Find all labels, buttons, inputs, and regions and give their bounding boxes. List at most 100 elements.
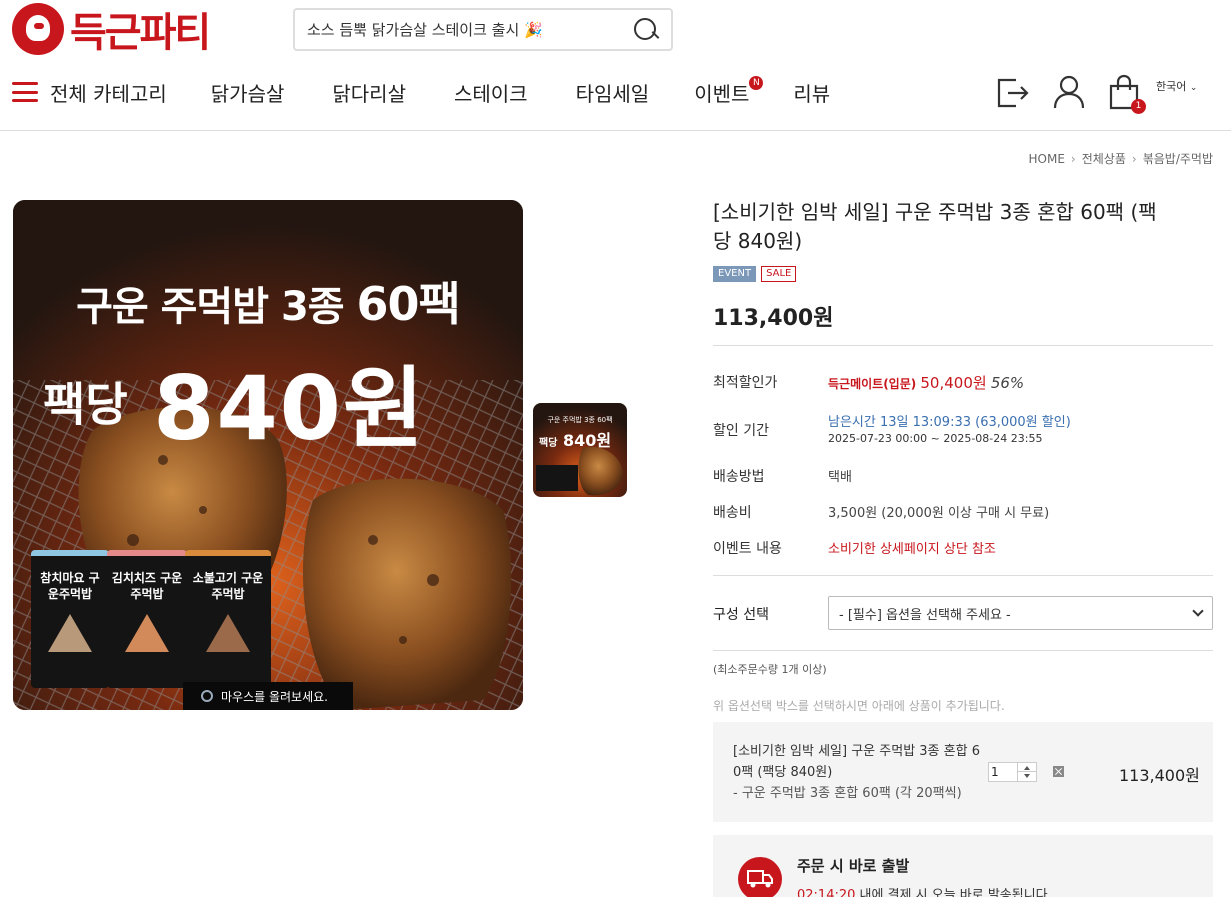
truck-icon [738, 857, 782, 897]
product-thumbnail[interactable]: 구운 주먹밥 3종 60팩 팩당 840원 [533, 403, 627, 497]
nav-item-all-categories[interactable]: 전체 카테고리 [50, 78, 167, 107]
thumbnail-price-label: 팩당 [539, 438, 558, 449]
remove-item-icon[interactable] [1053, 766, 1064, 777]
thumbnail-price-value: 840원 [562, 431, 612, 450]
shipping-notice-message: 내에 결제 시 오늘 바로 발송됩니다 [859, 888, 1048, 897]
language-selector[interactable]: 한국어 ⌄ [1156, 78, 1197, 94]
zoom-hint: 마우스를 올려보세요. [183, 682, 353, 710]
logo-emblem-icon [12, 3, 64, 55]
event-tag: EVENT [713, 266, 757, 282]
selected-item-option: - 구운 주먹밥 3종 혼합 60팩 (각 20팩씩) [733, 786, 962, 801]
image-per-pack: 팩당 840원 [43, 338, 426, 465]
package-bulgogi: 소불고기 구운주먹밥 [185, 550, 271, 688]
best-price-amount: 50,400원 [920, 374, 987, 392]
shipping-notice-text: 02:14:20 내에 결제 시 오늘 바로 발송됩니다 [797, 884, 1048, 897]
thumbnail-price: 팩당 840원 [539, 427, 611, 451]
divider [713, 345, 1213, 346]
product-main-image[interactable]: 구운 주먹밥 3종 60팩 팩당 840원 참치마요 구운주먹밥 김치치즈 구운… [13, 200, 523, 710]
new-badge: N [749, 75, 764, 90]
image-per-pack-label: 팩당 [43, 377, 128, 432]
search-box[interactable]: 소스 듬뿍 닭가슴살 스테이크 출시 🎉 [293, 8, 673, 51]
package-kimchi-cheese: 김치치즈 구운주먹밥 [107, 550, 187, 688]
event-info-value: 소비기한 상세페이지 상단 참조 [828, 542, 996, 557]
user-icon[interactable] [1053, 75, 1085, 109]
thumbnail-headline: 구운 주먹밥 3종 60팩 [547, 416, 613, 424]
discount-period-label: 할인 기간 [713, 423, 769, 439]
quantity-buttons [1017, 763, 1036, 781]
nav-item-event[interactable]: 이벤트 N [694, 75, 764, 107]
event-info-label: 이벤트 내용 [713, 541, 782, 557]
logo-text: 득근파티 [70, 10, 211, 56]
search-input[interactable]: 소스 듬뿍 닭가슴살 스테이크 출시 🎉 [307, 19, 633, 40]
selected-item-name-line1: [소비기한 임박 세일] 구운 주먹밥 3종 혼합 6 [733, 744, 980, 759]
divider [713, 650, 1213, 651]
chevron-down-icon [1192, 605, 1204, 617]
image-per-pack-price: 840원 [153, 357, 426, 460]
header-divider [0, 130, 1231, 131]
best-price-value: 득근메이트(입문) 50,400원 56% [828, 372, 1024, 393]
package-bulgogi-label: 소불고기 구운주먹밥 [192, 571, 264, 601]
breadcrumb-separator-icon: › [1070, 151, 1076, 166]
delivery-fee-value: 3,500원 (20,000원 이상 구매 시 무료) [828, 506, 1050, 521]
breadcrumb-separator-icon: › [1131, 151, 1137, 166]
option-select-value: - [필수] 옵션을 선택해 주세요 - [839, 607, 1011, 623]
package-onigiri-icon [125, 614, 169, 652]
selected-item-name-line2: 0팩 (팩당 840원) [733, 765, 833, 780]
image-headline-text: 구운 주먹밥 3종 [76, 284, 344, 330]
menu-icon[interactable] [12, 82, 38, 102]
search-icon[interactable] [633, 17, 659, 43]
nav-item-chicken-thigh[interactable]: 닭다리살 [332, 78, 406, 107]
best-price-member: 득근메이트(입문) [828, 377, 917, 391]
product-packages: 참치마요 구운주먹밥 김치치즈 구운주먹밥 소불고기 구운주먹밥 [31, 550, 271, 688]
sale-tag: SALE [761, 266, 797, 282]
package-tuna-mayo-label: 참치마요 구운주먹밥 [40, 571, 100, 601]
selected-item-name: [소비기한 임박 세일] 구운 주먹밥 3종 혼합 6 0팩 (팩당 840원)… [733, 741, 983, 804]
nav-item-event-label: 이벤트 [694, 81, 750, 106]
main-nav: 전체 카테고리 닭가슴살 닭다리살 스테이크 타임세일 이벤트 N 리뷰 [12, 74, 830, 110]
magnifier-icon [201, 690, 213, 702]
selected-item-price: 113,400원 [1119, 766, 1200, 785]
breadcrumb: HOME › 전체상품 › 볶음밥/주먹밥 [1029, 150, 1214, 167]
delivery-method-value: 택배 [828, 470, 852, 485]
best-price-percent: 56% [990, 374, 1025, 392]
cart-count-badge: 1 [1131, 99, 1146, 114]
package-onigiri-icon [206, 614, 250, 652]
delivery-fee-label: 배송비 [713, 505, 752, 521]
product-price: 113,400원 [713, 306, 834, 331]
nav-item-steak[interactable]: 스테이크 [454, 78, 528, 107]
quantity-stepper[interactable]: 1 [988, 762, 1037, 782]
language-label: 한국어 [1156, 80, 1187, 93]
product-info: [소비기한 임박 세일] 구운 주먹밥 3종 혼합 60팩 (팩당 840원) … [713, 198, 1213, 332]
divider [713, 575, 1213, 576]
discount-range: 2025-07-23 00:00 ~ 2025-08-24 23:55 [828, 432, 1043, 445]
logout-icon[interactable] [996, 77, 1030, 109]
quantity-up-icon[interactable] [1018, 763, 1036, 772]
option-select[interactable]: - [필수] 옵션을 선택해 주세요 - [828, 596, 1213, 630]
site-logo[interactable]: 득근파티 [12, 3, 247, 56]
product-tags: EVENT SALE [713, 266, 1213, 282]
zoom-hint-text: 마우스를 올려보세요. [221, 689, 328, 704]
quantity-input[interactable]: 1 [991, 765, 999, 779]
shipping-notice-title: 주문 시 바로 출발 [797, 857, 910, 875]
option-label: 구성 선택 [713, 607, 769, 623]
image-headline: 구운 주먹밥 3종 60팩 [13, 268, 523, 334]
chevron-down-icon: ⌄ [1189, 83, 1198, 93]
breadcrumb-all-products[interactable]: 전체상품 [1082, 150, 1126, 167]
breadcrumb-home[interactable]: HOME [1029, 152, 1065, 166]
min-qty-note: (최소주문수량 1개 이상) [713, 663, 827, 676]
package-tuna-mayo: 참치마요 구운주먹밥 [31, 550, 109, 688]
image-headline-count: 60팩 [356, 277, 461, 331]
nav-item-review[interactable]: 리뷰 [793, 78, 830, 107]
discount-remaining: 남은시간 13일 13:09:33 (63,000원 할인) [828, 415, 1071, 430]
product-title: [소비기한 임박 세일] 구운 주먹밥 3종 혼합 60팩 (팩당 840원) [713, 200, 1157, 253]
package-kimchi-cheese-label: 김치치즈 구운주먹밥 [111, 571, 183, 601]
delivery-method-label: 배송방법 [713, 469, 765, 485]
nav-item-chicken-breast[interactable]: 닭가슴살 [211, 78, 285, 107]
best-price-label: 최적할인가 [713, 375, 778, 391]
breadcrumb-category[interactable]: 볶음밥/주먹밥 [1143, 150, 1213, 167]
shipping-countdown: 02:14:20 [797, 888, 856, 897]
quantity-down-icon[interactable] [1018, 772, 1036, 781]
nav-item-time-sale[interactable]: 타임세일 [576, 78, 650, 107]
option-hint: 위 옵션선택 박스를 선택하시면 아래에 상품이 추가됩니다. [713, 699, 1005, 713]
package-onigiri-icon [48, 614, 92, 652]
